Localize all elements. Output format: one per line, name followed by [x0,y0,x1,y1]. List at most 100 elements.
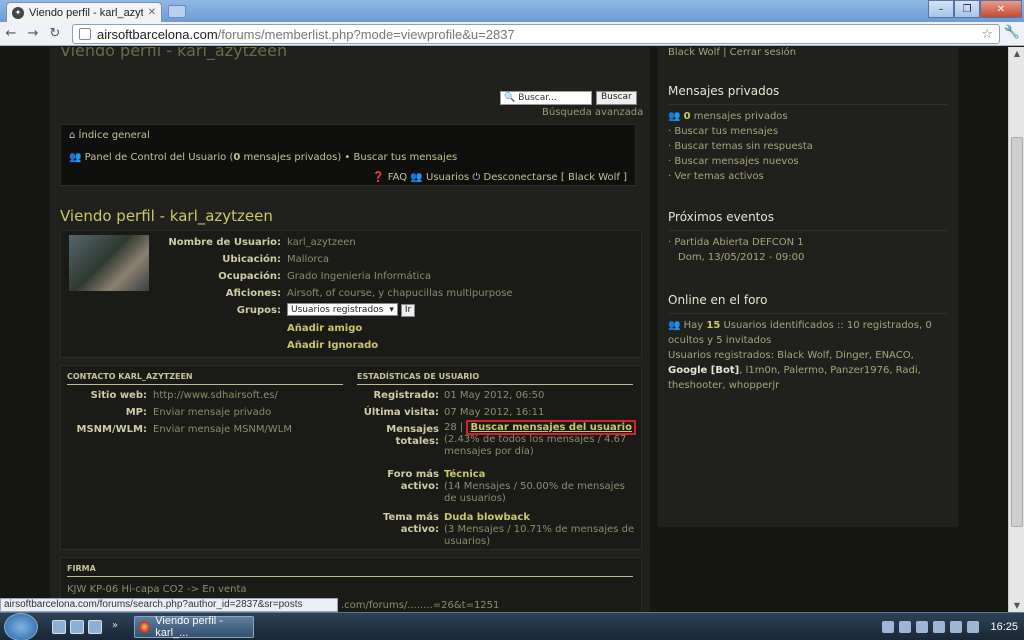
logout-link[interactable]: Desconectarse [ Black Wolf ] [484,172,627,183]
faded-page-title: Viendo perfil - karl_azytzeen [60,47,288,60]
online-summary: 👥 Hay 15 Usuarios identificados :: 10 re… [668,320,932,346]
back-icon[interactable]: ← [0,26,22,41]
active-forum-link[interactable]: Técnica [444,469,485,480]
posts-value: 28 | Buscar mensajes del usuario (2.43% … [444,420,644,458]
tray-icon[interactable] [899,621,912,633]
avatar [69,235,149,291]
wrench-menu-icon[interactable]: 🔧 [1004,25,1020,40]
users-icon: 👥 [69,152,82,163]
volume-icon[interactable] [967,621,980,633]
occupation-label: Ocupación: [218,271,281,282]
tray-icon[interactable] [882,621,895,633]
profile-panel: Nombre de Usuario: karl_azytzeen Ubicaci… [60,230,642,358]
maximize-button[interactable]: ❐ [954,0,980,18]
home-icon: ⌂ [69,130,76,141]
active-forum-label: Foro más activo: [387,469,439,492]
browser-tab[interactable]: ✦ Viendo perfil - karl_azytzeen ✕ [6,2,162,22]
search-icon: 🔍 [504,93,516,103]
scroll-thumb[interactable] [1011,137,1023,527]
posts-count: 28 [444,422,457,433]
msnm-link[interactable]: Enviar mensaje MSNM/WLM [153,424,292,436]
explorer-icon[interactable] [70,620,84,634]
search-button[interactable]: Buscar [596,91,637,105]
status-bar: airsoftbarcelona.com/forums/search.php?a… [0,598,338,612]
advanced-search-link[interactable]: Búsqueda avanzada [542,107,643,118]
groups-label: Grupos: [236,305,281,316]
memberlist-icon: 👥 [410,172,423,183]
online-title: Online en el foro [668,293,948,314]
location-label: Ubicación: [222,254,281,265]
search-mine-link[interactable]: Buscar tus mensajes [354,152,458,163]
active-topics-link[interactable]: · Ver temas activos [668,169,948,184]
page-title: Viendo perfil - karl_azytzeen [60,207,273,225]
online-users-list: Usuarios registrados: Black Wolf, Dinger… [668,350,921,391]
event-link[interactable]: · Partida Abierta DEFCON 1 [668,235,948,250]
interests-value: Airsoft, of course, y chapucillas multip… [287,288,513,299]
divider [67,576,633,577]
contact-stats-panel: CONTACTO KARL_AZYTZEEN ESTADÍSTICAS DE U… [60,365,642,550]
tray-icon[interactable] [933,621,946,633]
user-links[interactable]: Black Wolf | Cerrar sesión [668,47,796,58]
lastvisit-value: 07 May 2012, 16:11 [444,407,545,418]
bookmark-star-icon[interactable]: ☆ [981,27,993,42]
search-user-posts-link[interactable]: Buscar mensajes del usuario [466,420,636,435]
signature-link[interactable]: .com/forums/........=26&t=1251 [341,600,499,612]
address-bar[interactable]: airsoftbarcelona.com/forums/memberlist.p… [72,24,1000,44]
tray-icon[interactable] [916,621,929,633]
url-text[interactable]: airsoftbarcelona.com/forums/memberlist.p… [97,27,981,42]
new-tab-button[interactable] [168,5,186,18]
pm-link[interactable]: · Buscar tus mensajes [668,124,948,139]
scroll-up-icon[interactable]: ▲ [1009,49,1024,58]
close-window-button[interactable]: ✕ [980,0,1022,18]
faq-icon: ❓ [372,172,385,183]
active-forum-value: Técnica (14 Mensajes / 50.00% de mensaje… [444,469,625,504]
tab-close-icon[interactable]: ✕ [148,7,156,18]
forward-icon[interactable]: → [22,26,44,41]
search-form: 🔍 Buscar... Buscar [500,91,637,105]
overflow-chevron-icon[interactable]: » [112,620,126,634]
chevron-down-icon: ▾ [389,304,394,315]
quicklaunch-icon[interactable] [88,620,102,634]
divider [357,384,633,385]
ucp-link[interactable]: Panel de Control del Usuario (0 mensajes… [85,152,342,163]
search-input[interactable]: 🔍 Buscar... [500,91,592,105]
private-messages-box: Mensajes privados 👥 0 mensajes privados … [668,84,948,184]
msnm-label: MSNM/WLM: [76,424,147,435]
network-icon[interactable] [950,621,963,633]
start-button[interactable] [4,613,38,640]
stats-heading: ESTADÍSTICAS DE USUARIO [357,372,480,381]
minimize-button[interactable]: – [928,0,954,18]
taskbar-chrome-task[interactable]: Viendo perfil - karl_... [134,615,254,639]
sidebar: Black Wolf | Cerrar sesión Mensajes priv… [658,47,958,527]
active-topic-link[interactable]: Duda blowback [444,512,530,523]
online-box: Online en el foro 👥 Hay 15 Usuarios iden… [668,293,948,393]
new-posts-link[interactable]: · Buscar mensajes nuevos [668,154,948,169]
groups-select[interactable]: Usuarios registrados ▾ [287,303,398,316]
clock[interactable]: 16:25 [990,621,1018,633]
show-desktop-icon[interactable] [52,620,66,634]
favicon-icon: ✦ [12,6,24,19]
main-column: Viendo perfil - karl_azytzeen 🔍 Buscar..… [50,47,650,612]
pm-label: MP: [125,407,147,418]
add-ignored-link[interactable]: Añadir Ignorado [287,340,378,351]
users-icon: 👥 [668,111,681,122]
index-link[interactable]: Índice general [79,130,150,141]
pm-count-link[interactable]: mensajes privados [691,111,788,122]
scroll-down-icon[interactable]: ▼ [1009,601,1024,610]
send-pm-link[interactable]: Enviar mensaje privado [153,407,271,419]
unanswered-link[interactable]: · Buscar temas sin respuesta [668,139,948,154]
windows-taskbar: » Viendo perfil - karl_... 16:25 [0,612,1024,640]
logout-icon: ⏻ [472,172,481,183]
browser-titlebar: ✦ Viendo perfil - karl_azytzeen ✕ – ❐ ✕ [0,0,1024,22]
add-friend-link[interactable]: Añadir amigo [287,323,362,334]
page-viewport: Viendo perfil - karl_azytzeen 🔍 Buscar..… [0,47,1008,612]
go-button[interactable]: Ir [400,303,416,317]
signature-line: KJW KP-06 Hi-capa CO2 -> En venta [67,584,247,595]
reload-icon[interactable]: ↻ [44,26,66,41]
system-tray: 16:25 [882,613,1024,640]
users-link[interactable]: Usuarios [426,172,469,183]
vertical-scrollbar[interactable]: ▲ ▼ [1008,47,1024,612]
faq-link[interactable]: FAQ [388,172,407,183]
occupation-value: Grado Ingenieria Informática [287,271,431,282]
website-link[interactable]: http://www.sdhairsoft.es/ [153,390,278,402]
